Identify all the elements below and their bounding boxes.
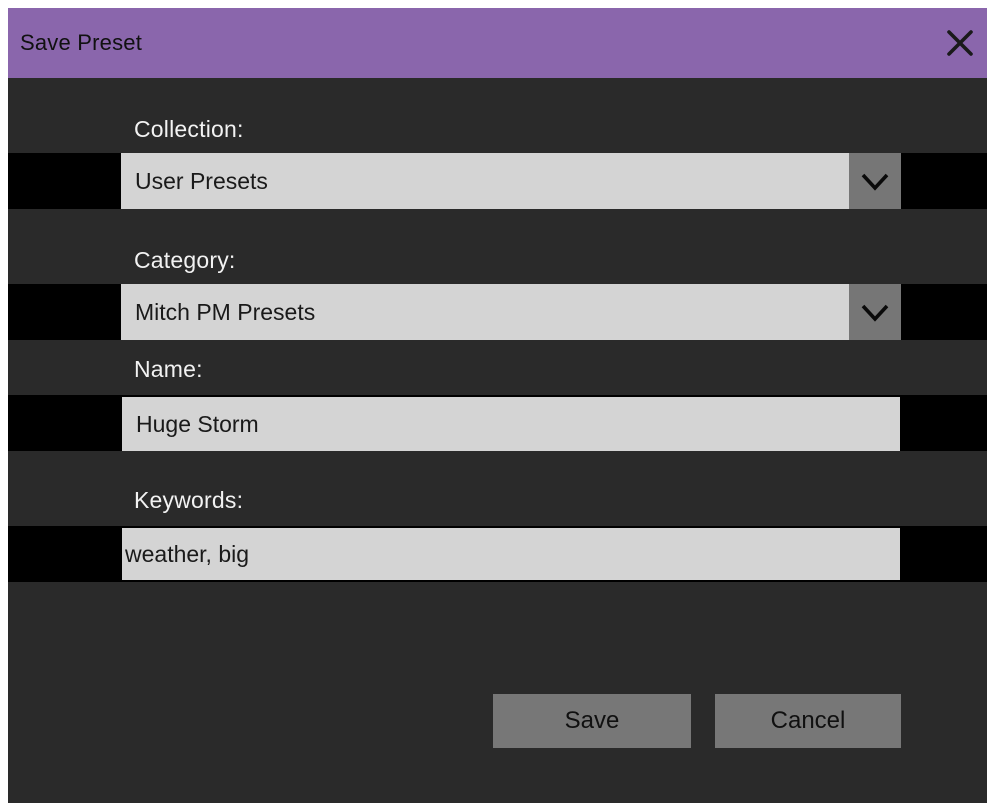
name-input[interactable]: Huge Storm	[122, 397, 900, 451]
keywords-value: weather, big	[125, 540, 250, 567]
collection-value: User Presets	[135, 167, 268, 194]
save-preset-dialog: Save Preset Collection: User Presets Cat…	[8, 8, 987, 803]
category-value: Mitch PM Presets	[135, 298, 316, 325]
dialog-titlebar: Save Preset	[8, 8, 987, 78]
close-icon	[947, 30, 973, 56]
category-dropdown[interactable]: Mitch PM Presets	[121, 284, 901, 340]
save-button[interactable]: Save	[493, 694, 691, 748]
category-label: Category:	[134, 247, 236, 273]
chevron-down-icon	[861, 173, 889, 191]
chevron-down-icon	[861, 304, 889, 322]
cancel-button[interactable]: Cancel	[715, 694, 901, 748]
collection-dropdown[interactable]: User Presets	[121, 153, 901, 209]
keywords-input[interactable]: weather, big	[122, 528, 900, 580]
close-button[interactable]	[941, 24, 979, 62]
collection-label: Collection:	[134, 116, 244, 142]
name-value: Huge Storm	[136, 410, 259, 437]
category-dropdown-toggle[interactable]	[849, 284, 901, 340]
name-label: Name:	[134, 356, 203, 382]
dialog-title: Save Preset	[20, 30, 143, 55]
collection-dropdown-toggle[interactable]	[849, 153, 901, 209]
keywords-label: Keywords:	[134, 487, 244, 513]
